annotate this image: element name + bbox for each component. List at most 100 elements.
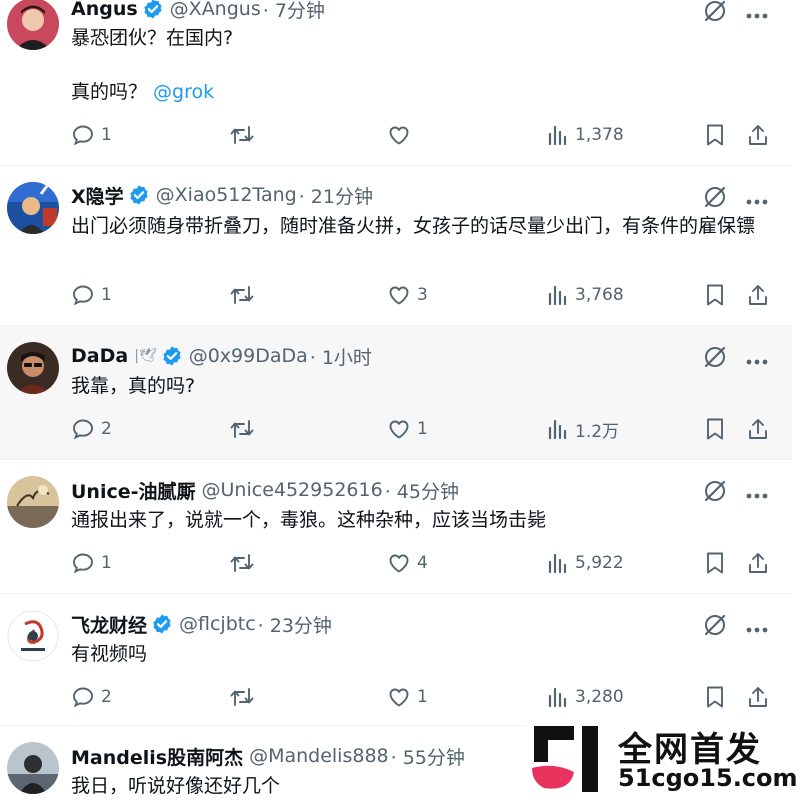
avatar[interactable] xyxy=(7,476,59,528)
views-button[interactable]: 1.2万 xyxy=(547,416,619,442)
reply-count: 2 xyxy=(101,687,112,707)
share-button[interactable] xyxy=(747,282,769,308)
timestamp[interactable]: · 7分钟 xyxy=(263,0,325,23)
like-count: 4 xyxy=(417,553,428,573)
like-count: 3 xyxy=(417,285,428,305)
tweet[interactable]: DaDa |🕊 @0x99DaDa · 1小时 我靠，真的吗? 2 1 1.2万 xyxy=(0,326,792,460)
reply-button[interactable]: 2 xyxy=(71,416,112,442)
tweet[interactable]: Angus @XAngus · 7分钟 暴恐团伙？在国内? 真的吗？ @grok … xyxy=(0,0,792,166)
grok-icon[interactable] xyxy=(702,344,728,374)
heart-icon xyxy=(389,420,409,439)
timestamp[interactable]: · 21分钟 xyxy=(299,182,373,209)
bookmark-icon xyxy=(707,124,723,146)
like-button[interactable] xyxy=(387,122,417,148)
user-handle[interactable]: @XAngus xyxy=(170,0,261,20)
user-handle[interactable]: @Mandelis888 xyxy=(249,745,389,767)
share-button[interactable] xyxy=(747,122,769,148)
user-handle[interactable]: @flcjbtc xyxy=(179,613,256,635)
avatar[interactable] xyxy=(7,342,59,394)
retweet-button[interactable] xyxy=(229,282,255,308)
user-handle[interactable]: @Unice452952616 xyxy=(202,479,383,501)
avatar[interactable] xyxy=(7,0,59,50)
more-options-icon[interactable] xyxy=(746,484,768,503)
bookmark-button[interactable] xyxy=(705,416,725,442)
tweet-text: 出门必须随身带折叠刀，随时准备火拼，女孩子的话尽量少出门，有条件的雇保镖 xyxy=(71,215,756,237)
display-name[interactable]: Angus xyxy=(71,0,138,20)
retweet-button[interactable] xyxy=(229,684,255,710)
reply-icon xyxy=(73,553,93,574)
reply-button[interactable]: 2 xyxy=(71,684,112,710)
more-options-icon[interactable] xyxy=(746,190,768,209)
like-button[interactable]: 3 xyxy=(387,282,428,308)
share-button[interactable] xyxy=(747,416,769,442)
bookmark-button[interactable] xyxy=(705,684,725,710)
reply-icon xyxy=(73,125,93,146)
avatar[interactable] xyxy=(7,742,59,794)
mention-link[interactable]: @grok xyxy=(153,81,214,103)
reply-button[interactable]: 1 xyxy=(71,282,112,308)
more-options-icon[interactable] xyxy=(746,350,768,369)
user-handle[interactable]: @Xiao512Tang xyxy=(156,184,297,206)
reply-button[interactable]: 1 xyxy=(71,122,112,148)
bookmark-icon xyxy=(707,686,723,708)
heart-icon xyxy=(389,126,409,145)
tweet-text: 暴恐团伙？在国内? 真的吗？ @grok xyxy=(71,24,766,107)
bookmark-button[interactable] xyxy=(705,122,725,148)
share-button[interactable] xyxy=(747,550,769,576)
heart-icon xyxy=(389,286,409,305)
timestamp[interactable]: · 45分钟 xyxy=(385,477,459,504)
share-icon xyxy=(749,125,767,145)
display-name[interactable]: 飞龙财经 xyxy=(71,611,147,638)
views-button[interactable]: 3,280 xyxy=(547,684,624,710)
tweet-header: X隐学 @Xiao512Tang · 21分钟 xyxy=(71,182,373,208)
views-button[interactable]: 1,378 xyxy=(547,122,624,148)
like-count: 1 xyxy=(417,687,428,707)
retweet-button[interactable] xyxy=(229,122,255,148)
retweet-icon xyxy=(230,554,254,572)
grok-icon[interactable] xyxy=(702,478,728,508)
display-name[interactable]: X隐学 xyxy=(71,182,124,209)
verified-badge-icon xyxy=(128,184,150,206)
retweet-button[interactable] xyxy=(229,416,255,442)
tweet[interactable]: 飞龙财经 @flcjbtc · 23分钟 有视频吗 2 1 3,280 xyxy=(0,594,792,726)
display-name[interactable]: DaDa xyxy=(71,345,128,367)
retweet-button[interactable] xyxy=(229,550,255,576)
view-count: 3,768 xyxy=(575,285,624,305)
tweet-text: 通报出来了，说就一个，毒狼。这种杂种，应该当场击毙 xyxy=(71,509,547,531)
avatar[interactable] xyxy=(7,610,59,662)
share-button[interactable] xyxy=(747,684,769,710)
display-name[interactable]: Mandelis股南阿杰 xyxy=(71,743,243,770)
share-icon xyxy=(749,687,767,707)
tweet-actions: 1 4 5,922 xyxy=(71,550,771,576)
name-suffix: |🕊 xyxy=(134,348,157,364)
bookmark-button[interactable] xyxy=(705,282,725,308)
grok-icon[interactable] xyxy=(702,612,728,642)
like-button[interactable]: 4 xyxy=(387,550,428,576)
timestamp[interactable]: · 23分钟 xyxy=(258,611,332,638)
user-handle[interactable]: @0x99DaDa xyxy=(189,345,308,367)
tweet[interactable]: X隐学 @Xiao512Tang · 21分钟 出门必须随身带折叠刀，随时准备火… xyxy=(0,166,792,326)
views-button[interactable]: 5,922 xyxy=(547,550,624,576)
avatar[interactable] xyxy=(7,182,59,234)
tweet-actions: 2 1 3,280 xyxy=(71,684,771,710)
retweet-icon xyxy=(230,286,254,304)
share-icon xyxy=(749,419,767,439)
display-name[interactable]: Unice-油腻厮 xyxy=(71,477,196,504)
tweet-top-icons xyxy=(702,478,768,508)
tweet[interactable]: Unice-油腻厮 @Unice452952616 · 45分钟 通报出来了，说… xyxy=(0,460,792,594)
reply-button[interactable]: 1 xyxy=(71,550,112,576)
grok-icon[interactable] xyxy=(702,184,728,214)
more-options-icon[interactable] xyxy=(746,618,768,637)
views-icon xyxy=(548,125,567,146)
like-count: 1 xyxy=(417,419,428,439)
reply-count: 2 xyxy=(101,419,112,439)
like-button[interactable]: 1 xyxy=(387,416,428,442)
timestamp[interactable]: · 55分钟 xyxy=(391,743,465,770)
like-button[interactable]: 1 xyxy=(387,684,428,710)
more-options-icon[interactable] xyxy=(746,4,768,23)
views-button[interactable]: 3,768 xyxy=(547,282,624,308)
reply-icon xyxy=(73,687,93,708)
timestamp[interactable]: · 1小时 xyxy=(310,343,372,370)
bookmark-button[interactable] xyxy=(705,550,725,576)
reply-count: 1 xyxy=(101,285,112,305)
